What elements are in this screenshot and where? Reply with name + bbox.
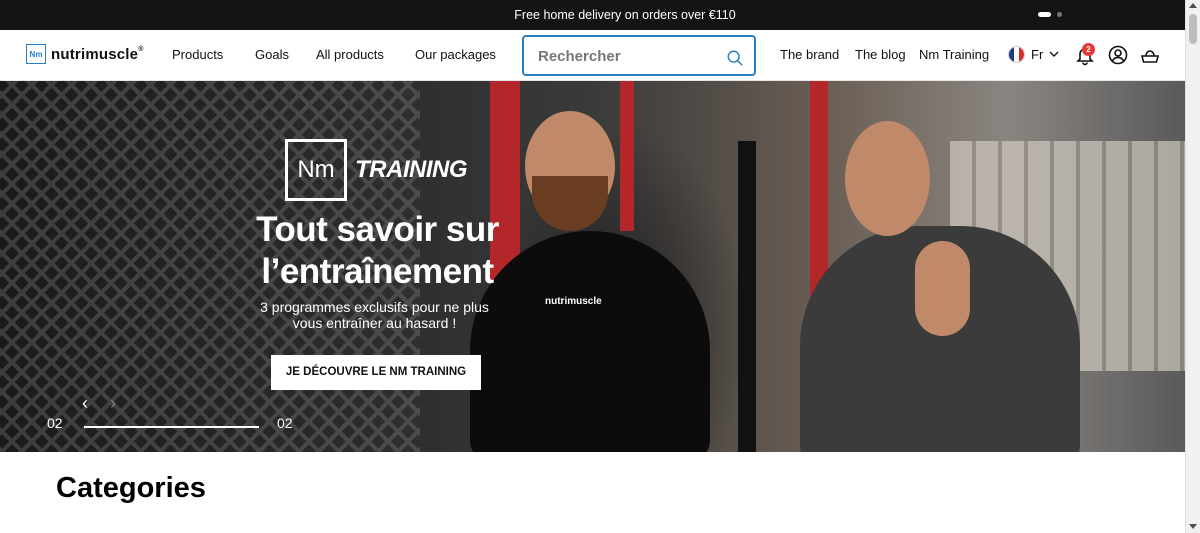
site-header: Nm nutrimuscle® Products Goals All produ… [0,30,1185,81]
nav-the-brand[interactable]: The brand [780,47,839,62]
chevron-down-icon [1049,51,1059,57]
hero-head-right [845,121,930,236]
announcement-dot-2[interactable] [1057,12,1062,17]
logo-registered: ® [138,45,144,53]
hero-subtitle-line-2: vous entraîner au hasard ! [292,315,457,331]
logo[interactable]: Nm nutrimuscle® [26,44,144,64]
chevron-right-icon[interactable]: › [110,393,116,414]
search-input[interactable] [538,48,718,65]
slide-progress-fill [84,426,259,428]
chevron-left-icon[interactable]: ‹ [82,393,88,414]
slide-current-index: 02 [47,415,63,431]
slide-total-count: 02 [277,415,293,431]
notification-badge: 2 [1082,43,1095,56]
nav-our-packages[interactable]: Our packages [415,47,496,62]
nav-the-blog[interactable]: The blog [855,47,906,62]
announcement-bar: Free home delivery on orders over €110 [0,0,1185,30]
nav-all-products[interactable]: All products [316,47,384,62]
scroll-down-arrow-icon[interactable] [1189,524,1197,529]
announcement-dots [1038,12,1062,17]
announcement-dot-1[interactable] [1038,12,1051,17]
nm-logo-box: Nm [285,139,347,201]
logo-name: nutrimuscle® [51,46,144,63]
nav-goals[interactable]: Goals [255,47,289,62]
user-icon[interactable] [1107,44,1129,66]
hero-title: Tout savoir sur l’entraînement [230,209,525,293]
hero-subtitle-line-1: 3 programmes exclusifs pour ne plus [260,299,489,315]
hero-title-line-1: Tout savoir sur [256,210,499,249]
page-scrollbar[interactable] [1185,0,1200,533]
language-selector[interactable]: Fr [1008,46,1059,63]
search-icon[interactable] [726,49,744,67]
nav-products[interactable]: Products [172,47,223,62]
cart-icon[interactable] [1139,44,1161,66]
nm-logo-word: TRAINING [355,156,468,183]
flag-fr-icon [1008,46,1025,63]
language-label: Fr [1031,47,1044,62]
search-box[interactable] [522,35,756,76]
scroll-up-arrow-icon[interactable] [1189,3,1197,8]
logo-name-text: nutrimuscle [51,45,139,63]
hero-shirt-logo: nutrimuscle [545,296,602,307]
slide-progress-track [84,426,259,428]
hero-cta-button[interactable]: JE DÉCOUVRE LE NM TRAINING [271,355,481,390]
hero-banner[interactable]: nutrimuscle Nm TRAINING Tout savoir sur … [0,81,1185,452]
hero-title-line-2: l’entraînement [261,252,494,291]
scrollbar-thumb[interactable] [1189,14,1197,44]
nav-nm-training[interactable]: Nm Training [919,47,989,62]
hero-rack-mid [620,81,634,231]
hero-beard-left [532,176,608,231]
announcement-text: Free home delivery on orders over €110 [514,8,736,22]
nm-training-badge: Nm TRAINING [285,139,468,201]
hero-hand-right [915,241,970,336]
hero-post [738,141,756,452]
hero-subtitle: 3 programmes exclusifs pour ne plus vous… [232,299,517,331]
categories-heading: Categories [56,472,206,504]
logo-mark: Nm [26,44,46,64]
